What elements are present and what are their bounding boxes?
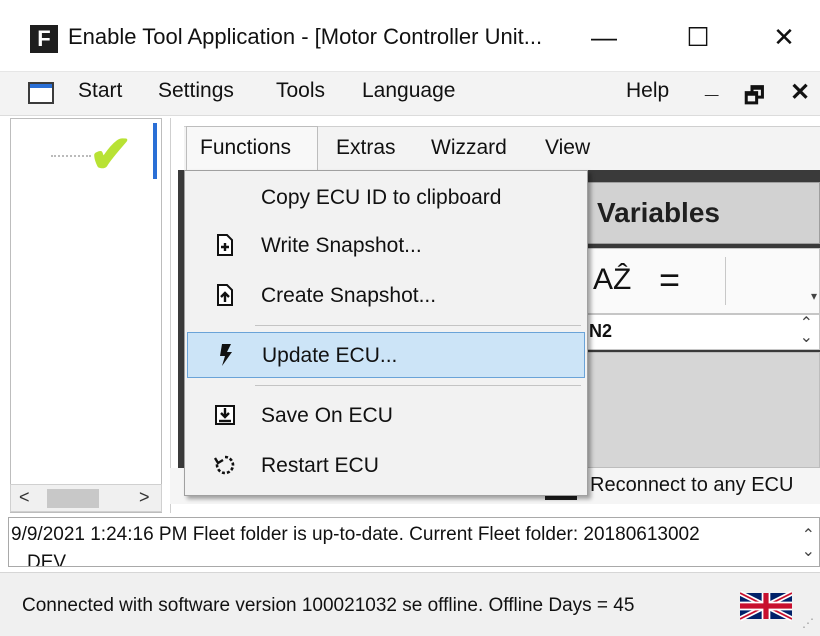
variable-row-value: N2: [589, 321, 613, 341]
maximize-button[interactable]: ☐: [668, 14, 728, 60]
file-plus-icon: [217, 234, 233, 256]
spinner-icon[interactable]: ⌃ ⌄: [800, 316, 813, 346]
menu-separator: [255, 385, 581, 386]
menu-item-label: Save On ECU: [261, 404, 393, 427]
menu-item-write-snapshot[interactable]: Write Snapshot...: [187, 223, 585, 269]
toolbar-overflow-icon[interactable]: ▾: [811, 289, 817, 303]
scroll-thumb[interactable]: [47, 489, 99, 508]
log-scroll-icon[interactable]: ⌃ ⌄: [802, 528, 815, 560]
menu-item-label: Restart ECU: [261, 454, 379, 477]
tab-extras[interactable]: Extras: [336, 136, 396, 160]
variables-toolbar: AẐ = ▾: [578, 248, 820, 314]
tree-selection-accent: [153, 123, 157, 179]
title-bar: F Enable Tool Application - [Motor Contr…: [0, 0, 820, 72]
lightning-icon: [220, 344, 232, 366]
variables-list-area: [578, 352, 820, 468]
menu-item-label: Create Snapshot...: [261, 284, 437, 307]
equals-icon[interactable]: =: [659, 259, 680, 301]
log-line-continuation: DEV: [27, 552, 67, 566]
log-line: 9/9/2021 1:24:16 PM Fleet folder is up-t…: [11, 524, 700, 545]
mdi-close-button[interactable]: ✕: [790, 78, 810, 107]
log-output[interactable]: 9/9/2021 1:24:16 PM Fleet folder is up-t…: [8, 517, 820, 567]
window-title: Enable Tool Application - [Motor Control…: [68, 24, 543, 49]
reconnect-label: Reconnect to any ECU: [590, 474, 794, 496]
mdi-restore-button[interactable]: 🗗: [744, 79, 765, 117]
save-download-icon: [215, 405, 235, 425]
scroll-left-icon[interactable]: <: [19, 487, 30, 508]
menu-separator: [255, 325, 581, 326]
variables-header: Variables: [578, 182, 820, 244]
restart-icon: [213, 455, 235, 475]
menu-help[interactable]: Help: [626, 79, 669, 103]
check-icon: ✔: [89, 126, 133, 184]
menu-item-copy-ecu-id[interactable]: Copy ECU ID to clipboard: [187, 175, 585, 221]
menu-item-save-on-ecu[interactable]: Save On ECU: [187, 393, 585, 439]
status-text: Connected with software version 10002103…: [22, 595, 635, 616]
tab-view[interactable]: View: [545, 136, 590, 160]
menu-start[interactable]: Start: [78, 79, 122, 103]
mdi-minimize-button[interactable]: _: [705, 72, 718, 100]
menu-item-label: Write Snapshot...: [261, 234, 422, 257]
menu-item-update-ecu[interactable]: Update ECU...: [187, 332, 585, 378]
menu-item-create-snapshot[interactable]: Create Snapshot...: [187, 273, 585, 319]
app-icon: F: [30, 25, 58, 53]
device-tree[interactable]: ✔: [10, 118, 162, 513]
tree-horizontal-scrollbar[interactable]: < >: [10, 484, 162, 512]
tree-connector: [51, 155, 91, 157]
uk-flag-icon[interactable]: [740, 591, 792, 621]
close-button[interactable]: ✕: [754, 14, 814, 60]
minimize-button[interactable]: —: [574, 14, 634, 60]
menu-item-restart-ecu[interactable]: Restart ECU: [187, 443, 585, 489]
tab-wizzard[interactable]: Wizzard: [431, 136, 507, 160]
status-bar: Connected with software version 10002103…: [0, 572, 820, 636]
menu-bar: Start Settings Tools Language Help _ 🗗 ✕: [0, 72, 820, 116]
menu-item-label: Update ECU...: [262, 344, 398, 367]
toolbar-divider: [725, 257, 726, 305]
tab-functions[interactable]: Functions: [200, 136, 291, 160]
menu-language[interactable]: Language: [362, 79, 455, 103]
sort-az-icon[interactable]: AẐ: [593, 263, 631, 297]
file-upload-icon: [217, 284, 233, 306]
scroll-right-icon[interactable]: >: [139, 487, 150, 508]
menu-item-label: Copy ECU ID to clipboard: [261, 186, 502, 209]
resize-grip-icon[interactable]: ⋰: [802, 616, 814, 630]
window-icon[interactable]: [28, 82, 54, 104]
variables-title: Variables: [597, 197, 720, 228]
menu-tools[interactable]: Tools: [276, 79, 325, 103]
functions-dropdown-menu: Copy ECU ID to clipboard Write Snapshot.…: [184, 170, 588, 496]
variable-row[interactable]: N2 ⌃ ⌄: [578, 314, 820, 350]
menu-settings[interactable]: Settings: [158, 79, 234, 103]
